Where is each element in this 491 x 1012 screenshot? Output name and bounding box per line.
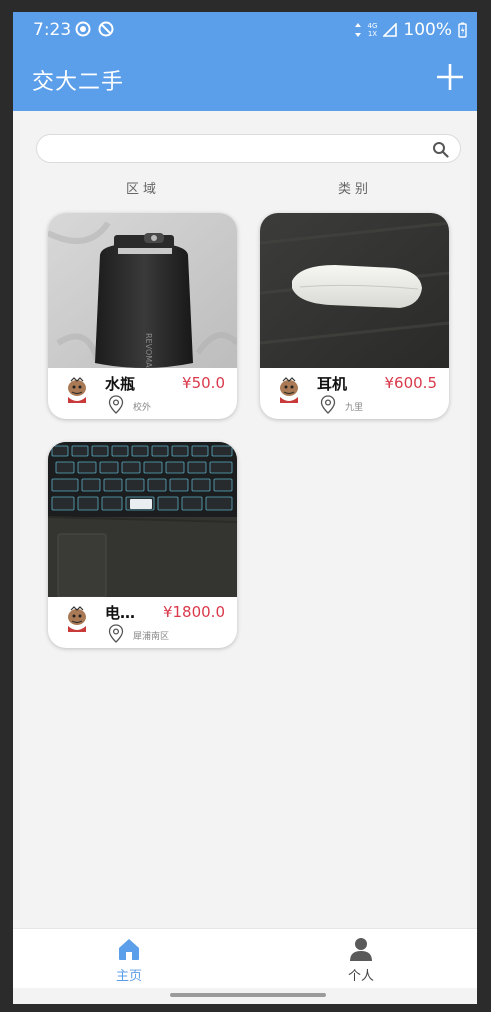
signal-icon bbox=[383, 23, 398, 37]
app-bar: 7:23 4G 1X 100% 交大二手 bbox=[13, 12, 477, 111]
product-card[interactable]: 耳机 ¥600.5 九里 bbox=[260, 213, 449, 419]
nav-home-label: 主页 bbox=[115, 969, 142, 984]
product-location: 校外 bbox=[133, 403, 152, 413]
network-type-top: 4G bbox=[367, 22, 378, 30]
network-type: 4G 1X bbox=[368, 22, 378, 38]
product-title: 耳机 bbox=[317, 375, 348, 393]
location-pin-icon bbox=[108, 395, 124, 414]
avatar bbox=[275, 376, 303, 404]
battery-percent: 100% bbox=[403, 20, 452, 40]
product-price: ¥50.0 bbox=[182, 374, 225, 392]
product-location: 九里 bbox=[345, 403, 364, 413]
nav-profile-label: 个人 bbox=[347, 969, 374, 984]
product-price: ¥600.5 bbox=[384, 374, 438, 392]
bottom-nav: 主页 个人 bbox=[13, 928, 477, 988]
avatar bbox=[63, 605, 91, 633]
status-bar: 7:23 4G 1X 100% bbox=[13, 12, 477, 48]
person-icon bbox=[350, 938, 372, 961]
avatar bbox=[63, 376, 91, 404]
data-arrows-icon bbox=[354, 23, 361, 37]
search-icon[interactable] bbox=[432, 141, 449, 158]
product-location: 犀浦南区 bbox=[133, 632, 170, 642]
product-title: 水瓶 bbox=[105, 375, 136, 393]
page-title: 交大二手 bbox=[32, 70, 125, 95]
app-screen: 7:23 4G 1X 100% 交大二手 区域 类别 REVOMAX 水瓶 ¥5… bbox=[13, 12, 477, 1004]
location-pin-icon bbox=[320, 395, 336, 414]
product-image-bottle: REVOMAX bbox=[48, 213, 237, 368]
gesture-bar[interactable] bbox=[170, 993, 326, 997]
category-filter[interactable]: 类别 bbox=[338, 178, 372, 197]
record-icon bbox=[75, 21, 91, 37]
search-input[interactable] bbox=[51, 139, 431, 159]
product-card[interactable]: REVOMAX 水瓶 ¥50.0 校外 bbox=[48, 213, 237, 419]
network-type-bottom: 1X bbox=[367, 30, 378, 38]
plus-icon[interactable] bbox=[435, 62, 465, 92]
product-image-earphones bbox=[260, 213, 449, 368]
location-pin-icon bbox=[108, 624, 124, 643]
do-not-disturb-icon bbox=[98, 21, 114, 37]
product-price: ¥1800.0 bbox=[162, 603, 225, 621]
search-bar bbox=[36, 134, 461, 163]
home-icon bbox=[119, 939, 139, 960]
svg-text:REVOMAX: REVOMAX bbox=[144, 333, 153, 368]
nav-profile[interactable]: 个人 bbox=[245, 929, 477, 989]
product-image-laptop bbox=[48, 442, 237, 597]
product-card[interactable]: 电… ¥1800.0 犀浦南区 bbox=[48, 442, 237, 648]
status-time: 7:23 bbox=[33, 20, 72, 40]
product-title: 电… bbox=[105, 604, 136, 622]
nav-home[interactable]: 主页 bbox=[13, 929, 245, 989]
battery-icon bbox=[458, 22, 467, 38]
region-filter[interactable]: 区域 bbox=[126, 178, 160, 197]
